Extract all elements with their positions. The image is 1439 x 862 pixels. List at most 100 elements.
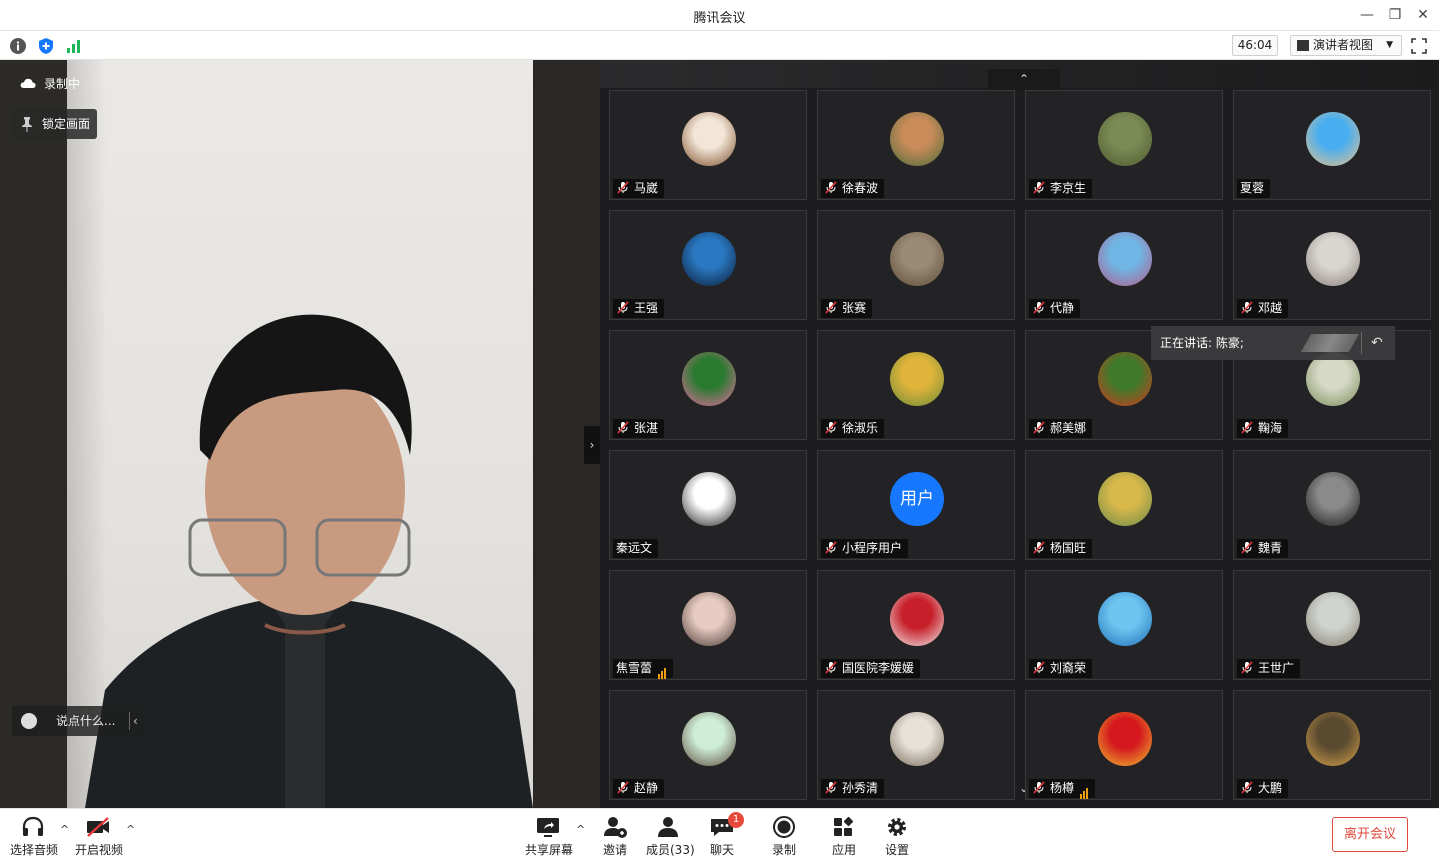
participant-name: 张湛 [634, 421, 659, 435]
share-screen-label: 共享屏幕 [525, 843, 574, 857]
mic-muted-icon [1033, 541, 1045, 554]
chat-unread-badge: 1 [728, 812, 744, 828]
chevron-left-icon[interactable]: ‹ [133, 706, 138, 736]
record-label: 录制 [771, 843, 796, 857]
audio-button[interactable]: 选择音频 [10, 815, 58, 858]
invite-icon [604, 817, 627, 838]
mic-muted-icon [1033, 661, 1045, 674]
participant-tile[interactable]: 马崴 [609, 90, 807, 200]
share-options-caret[interactable]: ^ [576, 823, 585, 836]
info-icon[interactable] [9, 37, 27, 55]
participant-avatar [890, 712, 944, 766]
participant-name-tag: 大鹏 [1237, 779, 1289, 798]
share-screen-icon [537, 818, 559, 837]
participant-tile[interactable]: 国医院李媛媛 [817, 570, 1015, 680]
participant-name-tag: 马崴 [613, 179, 665, 198]
emoji-icon[interactable] [21, 713, 37, 729]
mic-muted-icon [1033, 181, 1045, 194]
participant-tile[interactable]: 张湛 [609, 330, 807, 440]
apps-label: 应用 [831, 843, 856, 857]
mic-muted-icon [1241, 301, 1253, 314]
speaker-video: 录制中 锁定画面 说点什么... ‹ [0, 60, 533, 808]
participant-tile[interactable]: 王世广 [1233, 570, 1431, 680]
lock-view-button[interactable]: 锁定画面 [11, 109, 97, 139]
participant-avatar [1306, 232, 1360, 286]
mic-muted-icon [1033, 781, 1045, 794]
share-screen-button[interactable]: 共享屏幕 [525, 815, 574, 858]
participant-tile[interactable]: 代静 [1025, 210, 1223, 320]
participant-tile[interactable]: 徐淑乐 [817, 330, 1015, 440]
mic-muted-icon [617, 781, 629, 794]
scroll-up-button[interactable]: ⌃ [988, 69, 1060, 91]
audio-level-icon [658, 660, 667, 679]
quick-chat-input[interactable]: 说点什么... ‹ [12, 706, 146, 736]
participant-tile[interactable]: 杨樽 [1025, 690, 1223, 800]
participant-name-tag: 徐春波 [821, 179, 885, 198]
speaker-thumbnail [1300, 334, 1360, 352]
video-options-caret[interactable]: ^ [126, 823, 135, 836]
return-icon[interactable]: ↶ [1371, 326, 1383, 360]
speaker-person-image [85, 314, 533, 808]
participant-avatar [682, 352, 736, 406]
participant-avatar [682, 472, 736, 526]
participant-tile[interactable]: 赵静 [609, 690, 807, 800]
participant-tile[interactable]: 用户 小程序用户 [817, 450, 1015, 560]
mic-muted-icon [1241, 661, 1253, 674]
participant-name-tag: 杨国旺 [1029, 539, 1093, 558]
recording-label: 录制中 [44, 77, 81, 91]
participant-avatar [890, 112, 944, 166]
security-shield-icon[interactable] [37, 37, 55, 55]
participant-name-tag: 孙秀清 [821, 779, 885, 798]
participant-name: 杨国旺 [1050, 541, 1087, 555]
participant-avatar [1098, 472, 1152, 526]
participant-tile[interactable]: 李京生 [1025, 90, 1223, 200]
participant-name: 代静 [1050, 301, 1075, 315]
participant-name-tag: 代静 [1029, 299, 1081, 318]
record-button[interactable]: 录制 [770, 815, 798, 858]
settings-button[interactable]: 设置 [883, 815, 911, 858]
mic-muted-icon [1241, 421, 1253, 434]
participant-name: 刘裔荣 [1050, 661, 1087, 675]
participant-tile[interactable]: 焦雪蕾 [609, 570, 807, 680]
apps-button[interactable]: 应用 [830, 815, 858, 858]
participant-tile[interactable]: 孙秀清 [817, 690, 1015, 800]
participant-tile[interactable]: 大鹏 [1233, 690, 1431, 800]
participant-tile[interactable]: 夏蓉 [1233, 90, 1431, 200]
window-title: 腾讯会议 [693, 11, 746, 26]
network-signal-icon[interactable] [65, 37, 83, 55]
participant-tile[interactable]: 张赛 [817, 210, 1015, 320]
participant-tile[interactable]: 秦远文 [609, 450, 807, 560]
participant-name-tag: 小程序用户 [821, 539, 909, 558]
participant-name: 魏青 [1258, 541, 1283, 555]
participant-tile[interactable]: 王强 [609, 210, 807, 320]
participant-tile[interactable]: 邓越 [1233, 210, 1431, 320]
invite-label: 邀请 [602, 843, 627, 857]
meeting-timer: 46:04 [1232, 35, 1278, 56]
leave-meeting-button[interactable]: 离开会议 [1332, 817, 1408, 852]
members-button[interactable]: 成员(33) [646, 815, 695, 858]
participant-name-tag: 夏蓉 [1237, 179, 1271, 198]
participant-name-tag: 国医院李媛媛 [821, 659, 921, 678]
participant-name-tag: 王世广 [1237, 659, 1301, 678]
participant-avatar [890, 352, 944, 406]
participant-name: 杨樽 [1050, 781, 1075, 795]
video-button[interactable]: 开启视频 [75, 815, 123, 858]
close-button[interactable]: ✕ [1412, 5, 1434, 25]
invite-button[interactable]: 邀请 [598, 815, 632, 858]
participant-tile[interactable]: 徐春波 [817, 90, 1015, 200]
participant-avatar [1098, 232, 1152, 286]
participant-avatar [890, 232, 944, 286]
restore-button[interactable]: ❐ [1384, 5, 1406, 25]
video-off-icon [87, 817, 109, 837]
fullscreen-icon[interactable] [1410, 37, 1428, 55]
participant-name: 徐淑乐 [842, 421, 879, 435]
participant-avatar [1306, 352, 1360, 406]
participant-tile[interactable]: 魏青 [1233, 450, 1431, 560]
collapse-gallery-button[interactable]: › [584, 426, 600, 464]
audio-options-caret[interactable]: ^ [60, 823, 69, 836]
minimize-button[interactable]: — [1356, 5, 1378, 25]
view-mode-dropdown[interactable]: 演讲者视图 ▼ [1290, 35, 1402, 56]
participant-tile[interactable]: 杨国旺 [1025, 450, 1223, 560]
participant-tile[interactable]: 刘裔荣 [1025, 570, 1223, 680]
members-label: 成员(33) [646, 843, 695, 857]
